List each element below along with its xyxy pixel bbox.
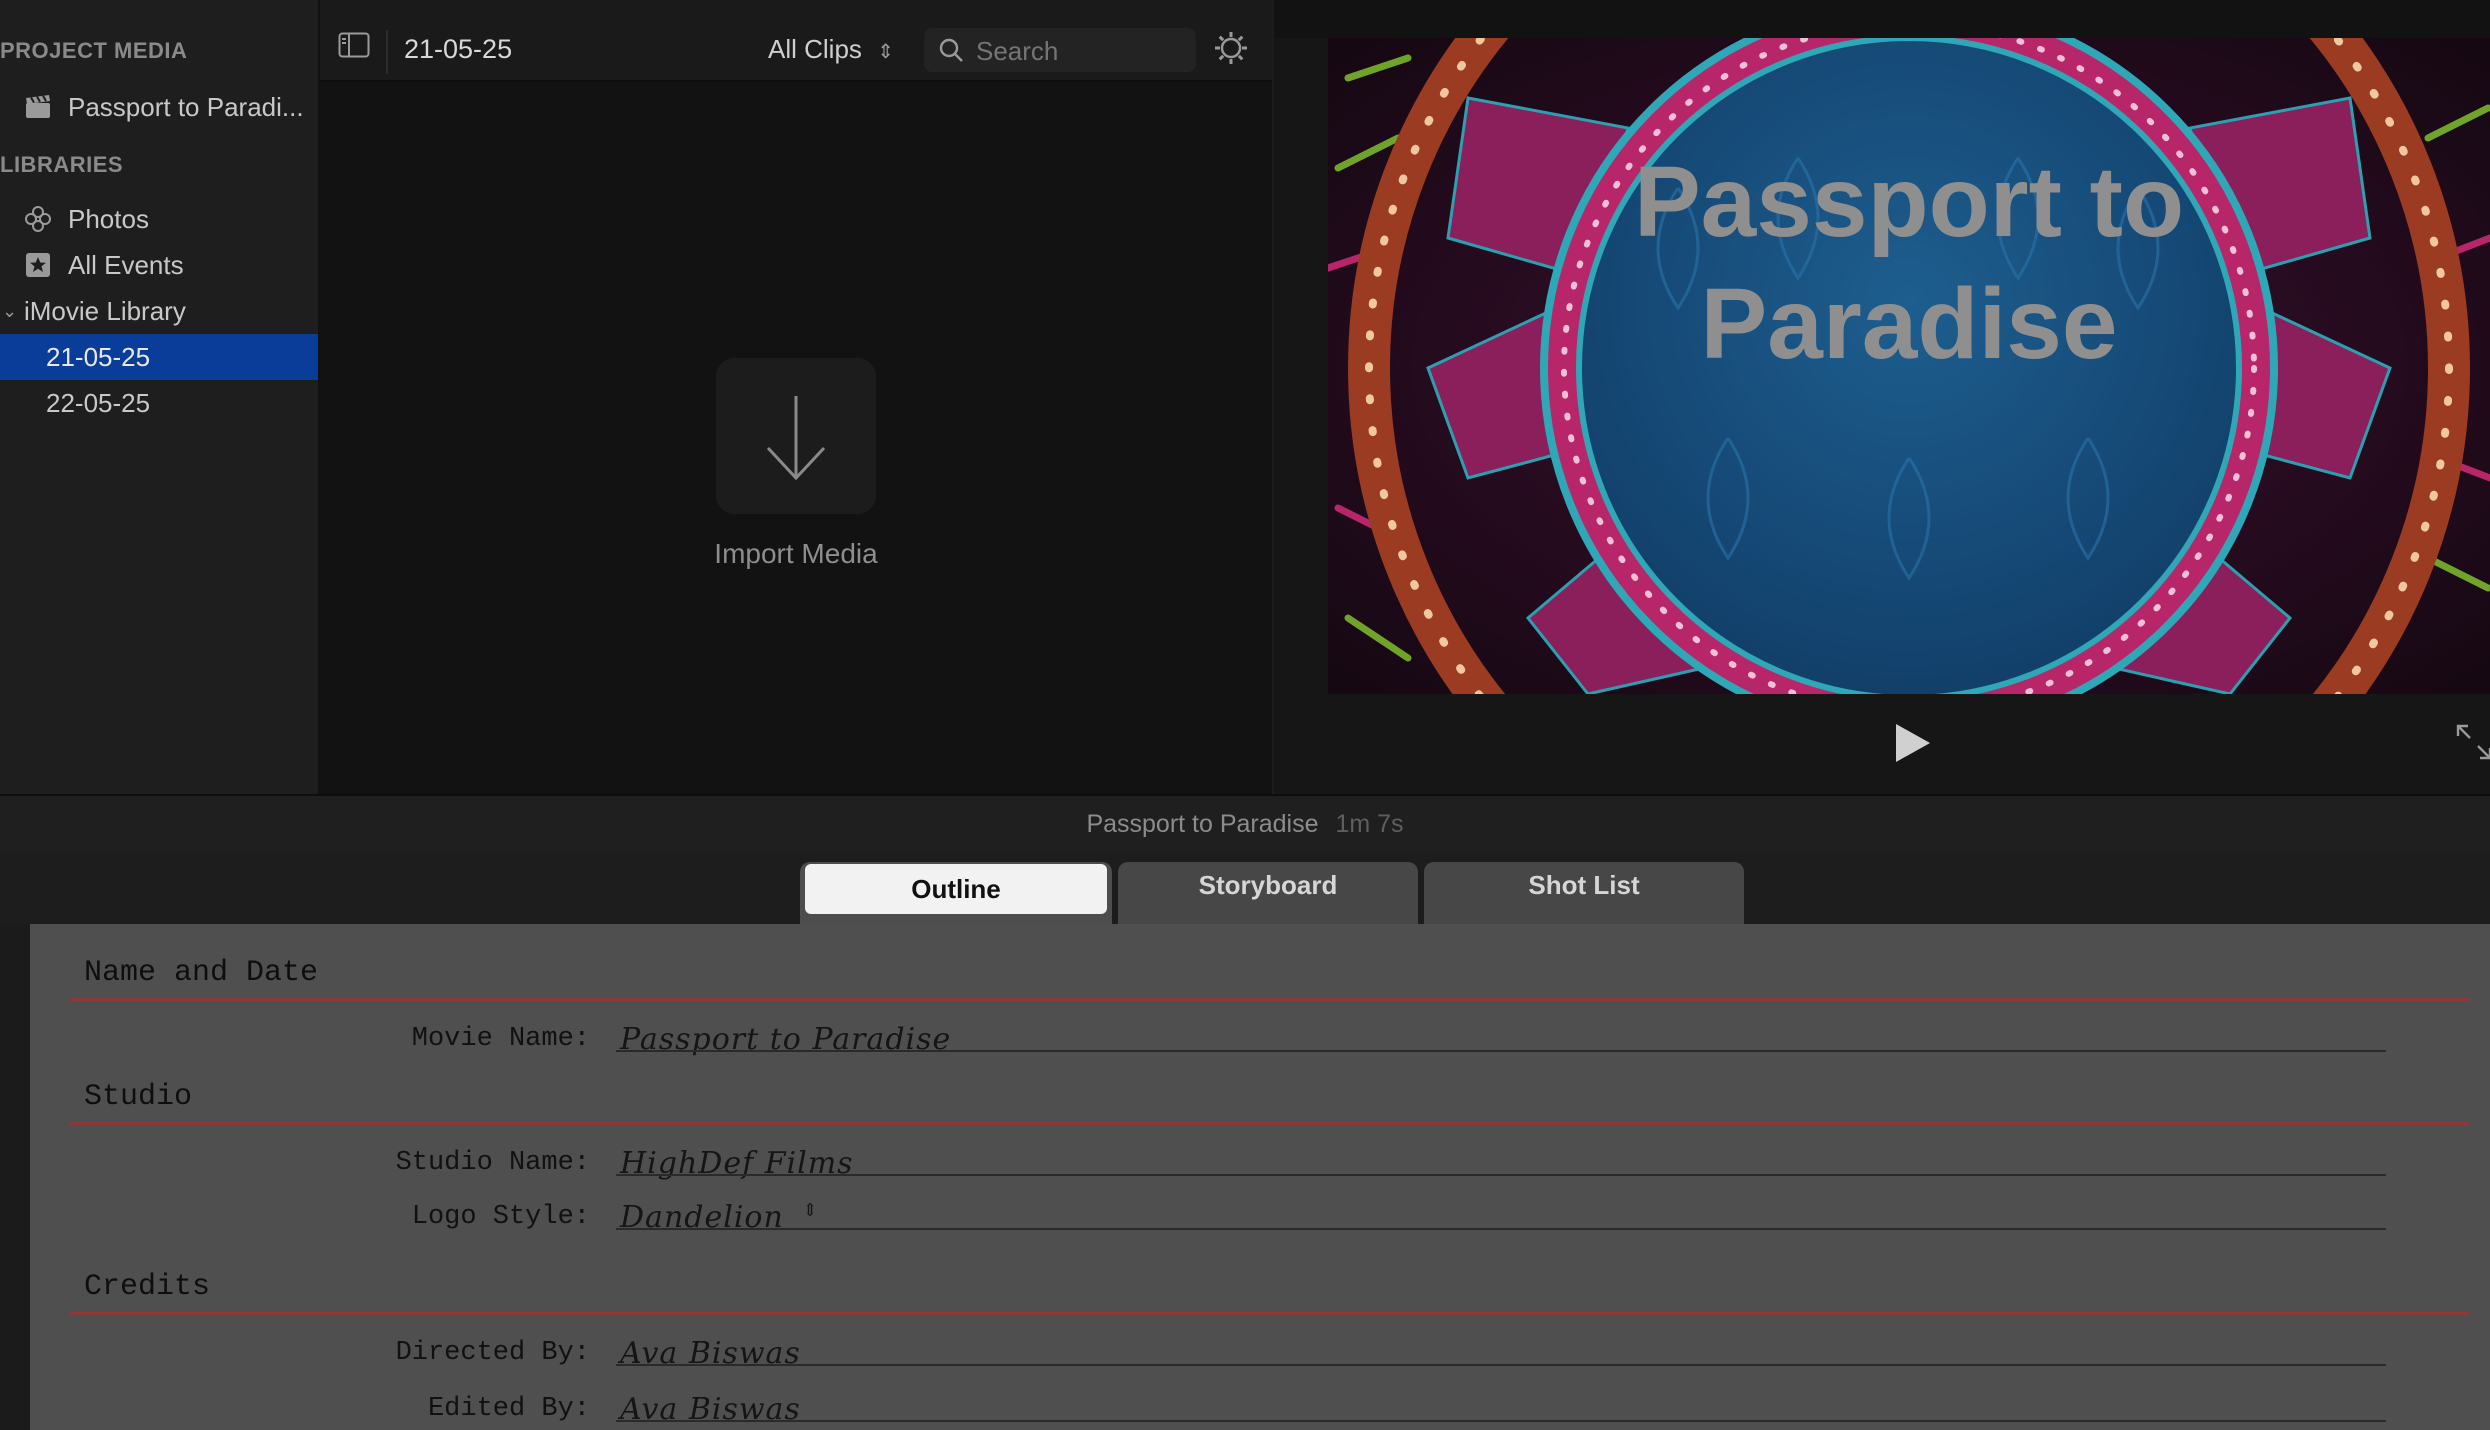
tab-label: Outline	[911, 873, 1001, 904]
tab-label: Storyboard	[1198, 870, 1338, 900]
sidebar-item-photos[interactable]: Photos	[0, 196, 318, 242]
field-underline	[616, 1420, 2386, 1422]
preview-frame: Passport to Paradise	[1328, 38, 2490, 694]
sidebar-item-imovie-library[interactable]: ⌄ iMovie Library	[0, 288, 318, 334]
media-browser: 21-05-25 All Clips ⇕ Import Media	[320, 0, 1272, 794]
sidebar-item-project[interactable]: Passport to Paradi...	[0, 84, 318, 130]
tab-storyboard[interactable]: Storyboard	[1118, 862, 1418, 924]
title-artwork: Passport to Paradise	[1328, 38, 2490, 694]
search-icon	[938, 37, 964, 68]
frame-title-line2: Paradise	[1701, 268, 2118, 380]
movie-name-label: Movie Name:	[411, 1024, 590, 1054]
updown-chevron-icon: ⇕	[802, 1200, 819, 1221]
section-divider	[70, 1122, 2470, 1125]
tab-shot-list[interactable]: Shot List	[1424, 862, 1744, 924]
sidebar-item-event-21-05-25[interactable]: 21-05-25	[0, 334, 318, 380]
outline-margin	[0, 924, 30, 1430]
section-divider	[70, 1312, 2470, 1315]
field-underline	[616, 1050, 2386, 1052]
project-title-bar: Passport to Paradise 1m 7s	[0, 794, 2490, 856]
sidebar-item-label: All Events	[68, 249, 184, 280]
sidebar-item-label: Photos	[68, 203, 149, 234]
settings-gear-icon[interactable]	[1213, 30, 1249, 71]
trailer-tabs: Outline Storyboard Shot List	[0, 852, 2490, 924]
chevron-down-icon[interactable]: ⌄	[2, 301, 20, 322]
tab-outline[interactable]: Outline	[800, 862, 1112, 924]
project-duration: 1m 7s	[1335, 810, 1404, 838]
viewer-top-bar	[1274, 0, 2490, 38]
project-title: Passport to Paradise	[1086, 810, 1319, 838]
project-media-heading: PROJECT MEDIA	[0, 38, 188, 63]
star-icon	[22, 249, 54, 281]
sidebar-item-label: Passport to Paradi...	[68, 91, 304, 122]
sidebar-item-label: 21-05-25	[46, 341, 151, 372]
play-button[interactable]	[1892, 722, 1932, 769]
section-studio: Studio	[84, 1080, 193, 1114]
search-input[interactable]	[974, 32, 1188, 70]
logo-style-label: Logo Style:	[411, 1202, 590, 1232]
toggle-sidebar-icon[interactable]	[338, 32, 370, 63]
directed-by-label: Directed By:	[395, 1338, 590, 1368]
sidebar-item-label: 22-05-25	[46, 387, 151, 418]
sidebar-item-all-events[interactable]: All Events	[0, 242, 318, 288]
libraries-sidebar: PROJECT MEDIA Passport to Paradi... LIBR…	[0, 0, 320, 794]
section-name-and-date: Name and Date	[84, 956, 319, 990]
browser-toolbar: 21-05-25 All Clips ⇕	[320, 0, 1272, 82]
sidebar-item-event-22-05-25[interactable]: 22-05-25	[0, 380, 318, 426]
fullscreen-icon[interactable]	[2456, 724, 2490, 765]
sidebar-item-label: iMovie Library	[24, 295, 186, 326]
import-media-button[interactable]	[716, 358, 876, 514]
clip-filter-dropdown[interactable]: All Clips ⇕	[768, 34, 894, 65]
field-underline	[616, 1228, 2386, 1230]
libraries-heading: LIBRARIES	[0, 152, 124, 177]
edited-by-label: Edited By:	[427, 1394, 590, 1424]
field-underline	[616, 1364, 2386, 1366]
clip-filter-label: All Clips	[768, 34, 862, 64]
outline-form: Name and Date Movie Name: Passport to Pa…	[30, 924, 2490, 1430]
import-arrow-icon	[764, 394, 828, 487]
tab-label: Shot List	[1528, 870, 1640, 900]
updown-chevron-icon: ⇕	[877, 41, 894, 63]
clapperboard-icon	[22, 91, 54, 123]
photos-icon	[22, 203, 54, 235]
viewer-panel: Passport to Paradise	[1274, 0, 2490, 794]
search-field[interactable]	[924, 28, 1196, 72]
section-credits: Credits	[84, 1270, 211, 1304]
studio-name-label: Studio Name:	[395, 1148, 590, 1178]
field-underline	[616, 1174, 2386, 1176]
event-title: 21-05-25	[404, 34, 513, 64]
import-media-label: Import Media	[714, 538, 878, 569]
section-divider	[70, 998, 2470, 1001]
frame-title-line1: Passport to	[1634, 146, 2184, 258]
